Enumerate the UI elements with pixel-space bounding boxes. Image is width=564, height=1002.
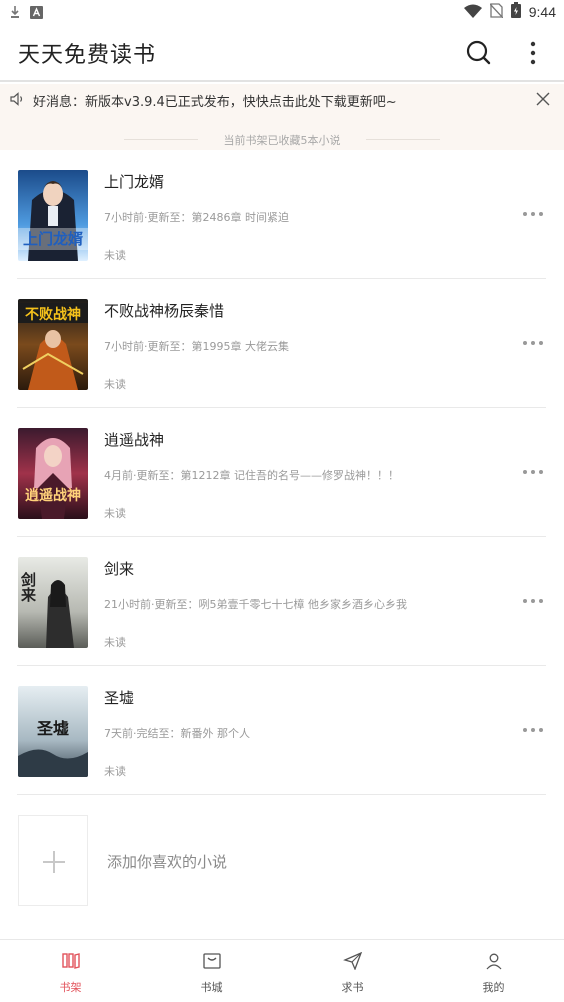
user-icon [486,953,501,970]
status-time: 9:44 [528,4,556,20]
book-update-info: 7小时前·更新至：第1995章 大佬云集 [104,340,289,353]
nav-label: 求书 [341,981,364,994]
more-horizontal-button[interactable] [521,593,545,609]
book-update-info: 7天前·完结至：新番外 那个人 [104,727,250,740]
no-sim-icon [489,2,504,22]
add-book-label[interactable]: 添加你喜欢的小说 [107,851,227,872]
nav-label: 我的 [482,981,505,994]
book-update-info: 4月前·更新至：第1212章 记住吾的名号——修罗战神！！！ [104,469,399,482]
notice-text[interactable]: 好消息：新版本v3.9.4已正式发布，快快点击此处下载更新吧~ [33,91,397,110]
book-row[interactable]: 不败战神 不败战神杨辰秦惜 7小时前·更新至：第1995章 大佬云集 未读 [17,279,546,408]
a-notification-icon [30,4,43,23]
wifi-icon [463,3,482,22]
update-notice-bar[interactable]: 好消息：新版本v3.9.4已正式发布，快快点击此处下载更新吧~ [0,84,564,116]
download-icon [10,4,20,23]
read-status: 未读 [104,765,126,778]
more-horizontal-icon [523,599,543,603]
more-horizontal-icon [523,212,543,216]
cover-title: 圣墟 [36,719,69,738]
more-horizontal-button[interactable] [521,335,545,351]
battery-icon [510,2,521,22]
more-horizontal-button[interactable] [521,464,545,480]
nav-bookstore[interactable]: 书城 [141,940,282,1002]
book-title[interactable]: 逍遥战神 [104,429,164,450]
plus-icon [43,851,65,873]
more-horizontal-icon [523,341,543,345]
more-menu-button[interactable] [518,36,548,70]
more-horizontal-button[interactable] [521,722,545,738]
book-cover[interactable]: 不败战神 [18,299,88,390]
bookstore-icon [202,953,221,969]
book-title[interactable]: 剑来 [104,558,134,579]
close-icon[interactable] [535,91,551,111]
bottom-nav: 书架 书城 求书 我的 [0,939,564,1002]
bookshelf-icon [61,953,80,969]
nav-label: 书架 [59,981,82,994]
book-row[interactable]: 逍遥战神 逍遥战神 4月前·更新至：第1212章 记住吾的名号——修罗战神！！！… [17,408,546,537]
cover-title: 上门龙婿 [23,230,84,248]
read-status: 未读 [104,507,126,520]
book-cover[interactable]: 上门龙婿 [18,170,88,261]
nav-request-book[interactable]: 求书 [282,940,423,1002]
search-button[interactable] [462,36,496,70]
shelf-count-row: 当前书架已收藏5本小说 [0,116,564,150]
book-cover[interactable]: 圣墟 [18,686,88,777]
paper-plane-icon [342,952,362,970]
nav-bookshelf[interactable]: 书架 [0,940,141,1002]
book-title[interactable]: 圣墟 [104,687,134,708]
book-title[interactable]: 上门龙婿 [104,171,164,192]
book-row[interactable]: 上门龙婿 上门龙婿 7小时前·更新至：第2486章 时间紧迫 未读 [17,150,546,279]
book-list: 上门龙婿 上门龙婿 7小时前·更新至：第2486章 时间紧迫 未读 不败战神 不… [0,150,564,795]
book-row[interactable]: 剑来 剑来 21小时前·更新至：咧5弟壹千零七十七樟 他乡家乡酒乡心乡我 未读 [17,537,546,666]
more-horizontal-icon [523,728,543,732]
read-status: 未读 [104,378,126,391]
book-row[interactable]: 圣墟 圣墟 7天前·完结至：新番外 那个人 未读 [17,666,546,795]
read-status: 未读 [104,636,126,649]
more-horizontal-button[interactable] [521,206,545,222]
book-cover[interactable]: 逍遥战神 [18,428,88,519]
status-bar: 9:44 [0,0,564,24]
search-icon [466,40,491,65]
speaker-icon [9,91,25,111]
book-title[interactable]: 不败战神杨辰秦惜 [104,300,224,321]
nav-profile[interactable]: 我的 [423,940,564,1002]
more-horizontal-icon [523,470,543,474]
more-vertical-icon [530,41,536,65]
cover-title: 逍遥战神 [25,487,81,504]
app-bar: 天天免费读书 [0,24,564,82]
cover-title: 不败战神 [25,306,81,323]
add-book-row[interactable]: 添加你喜欢的小说 [17,813,546,909]
nav-label: 书城 [200,981,223,994]
book-update-info: 21小时前·更新至：咧5弟壹千零七十七樟 他乡家乡酒乡心乡我 [104,598,407,611]
cover-title: 剑来 [19,571,37,603]
app-title: 天天免费读书 [18,43,157,68]
book-cover[interactable]: 剑来 [18,557,88,648]
book-update-info: 7小时前·更新至：第2486章 时间紧迫 [104,211,289,224]
add-book-button[interactable] [18,815,88,906]
read-status: 未读 [104,249,126,262]
shelf-count: 当前书架已收藏5本小说 [223,134,341,147]
